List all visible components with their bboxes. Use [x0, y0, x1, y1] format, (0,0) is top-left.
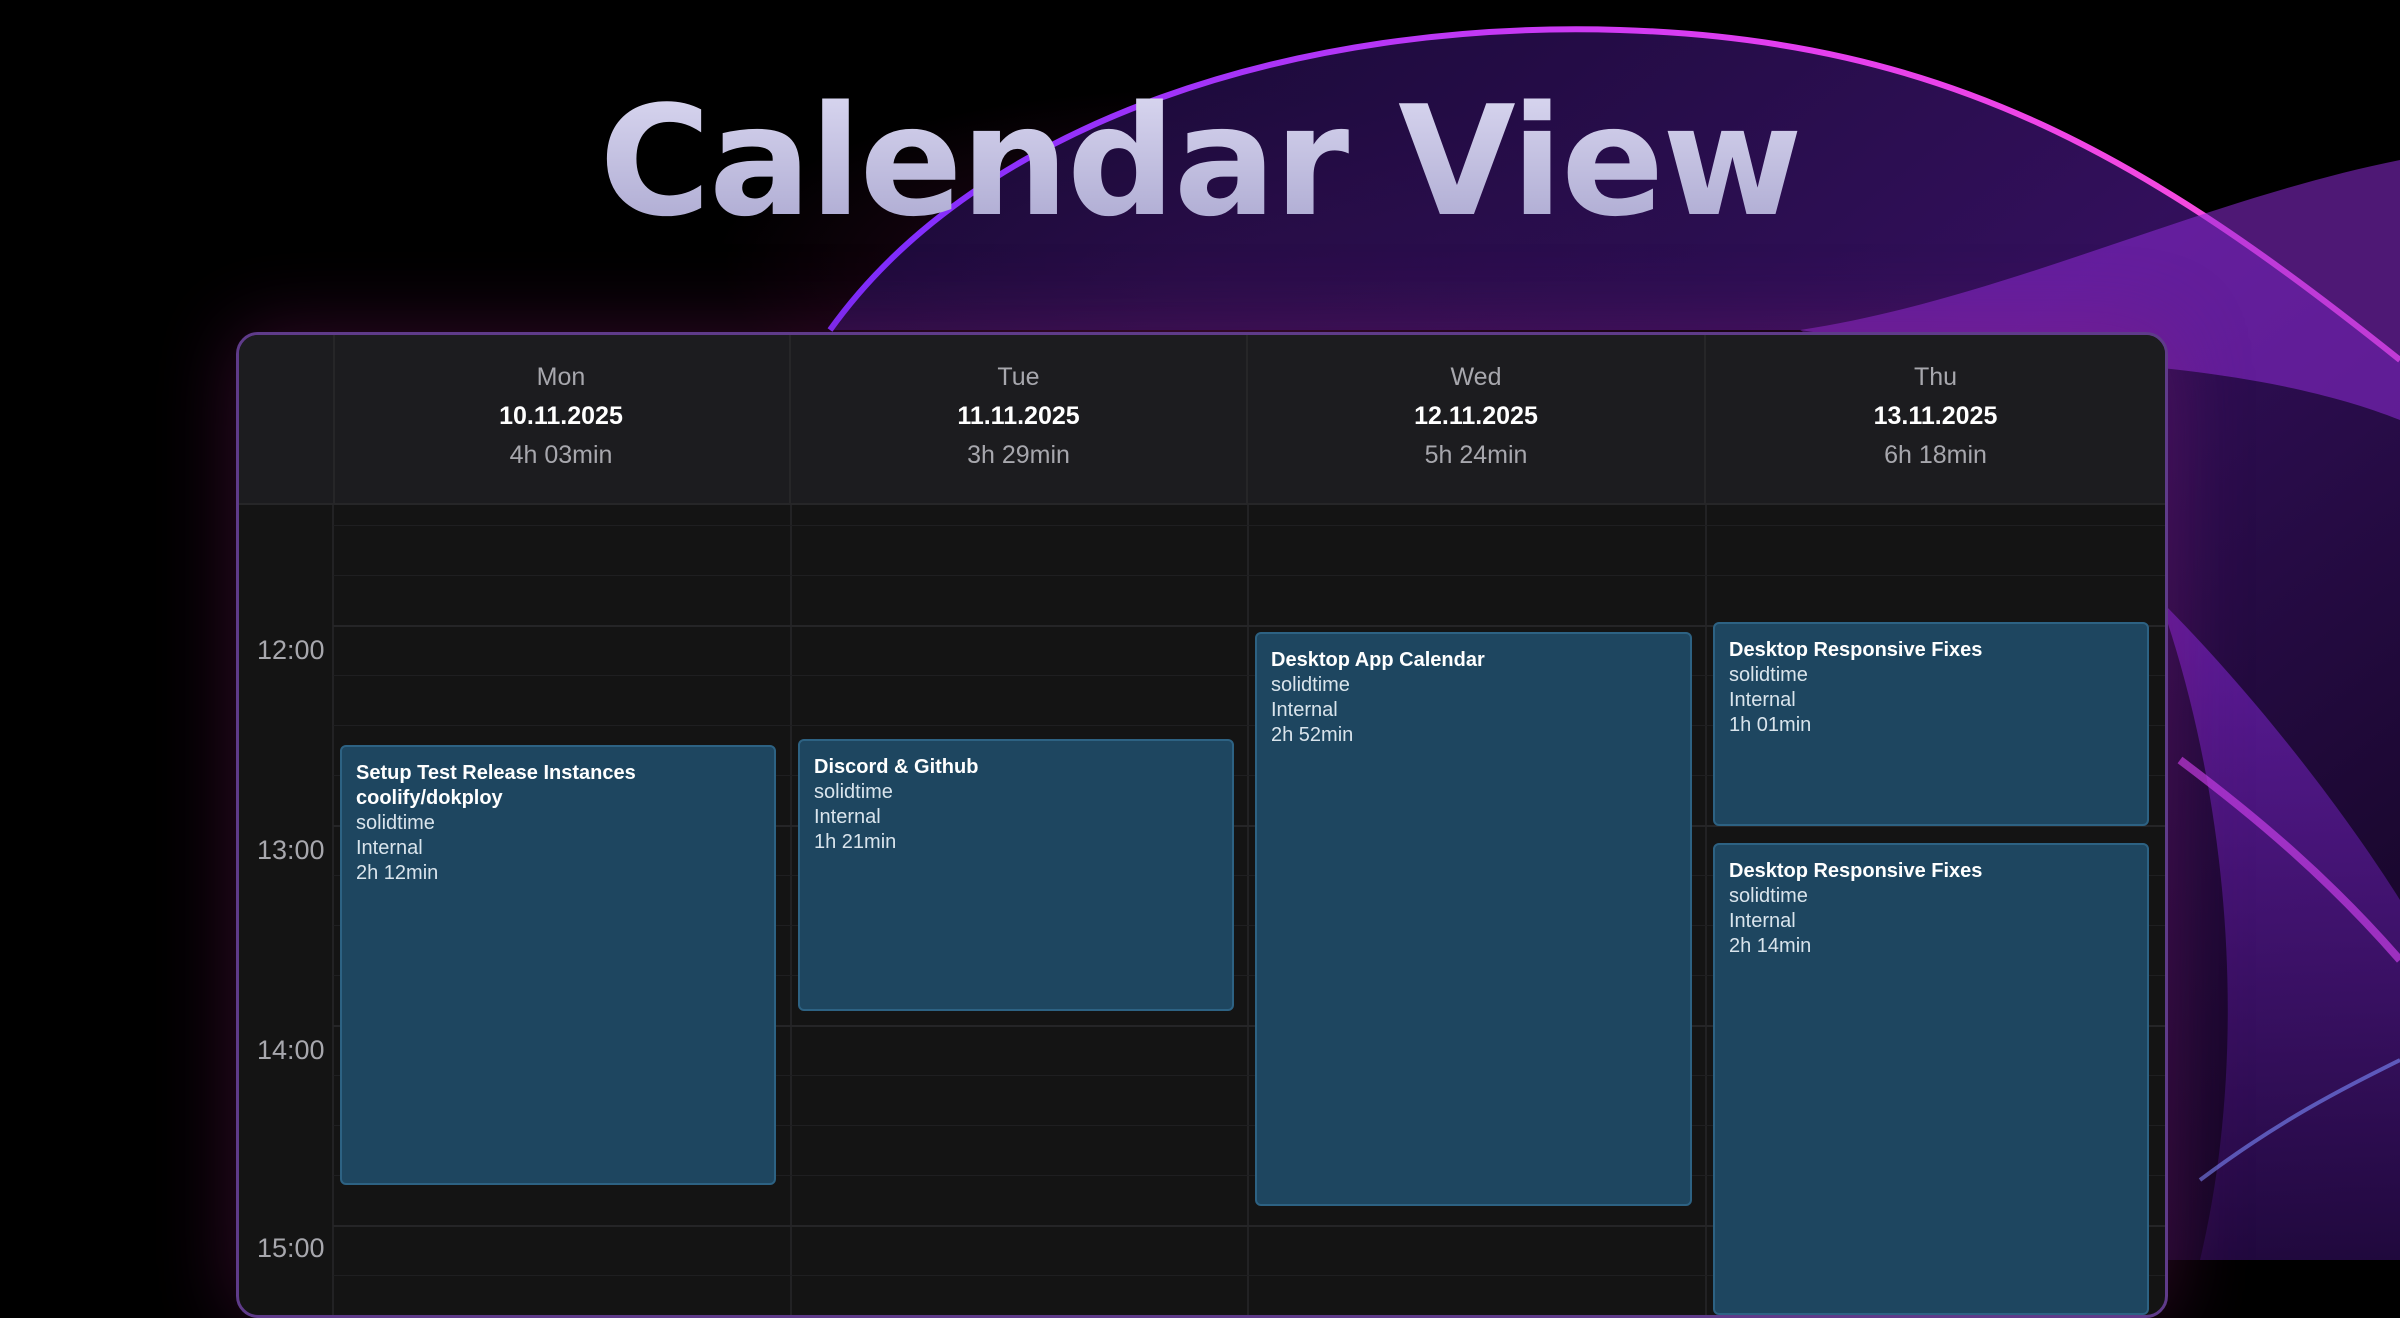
- entry-duration: 1h 01min: [1729, 714, 1812, 736]
- time-label: 14:00: [257, 1035, 325, 1065]
- slot-line: [333, 575, 2165, 576]
- day-date: 13.11.2025: [1873, 402, 1998, 430]
- time-gutter-header: [239, 335, 335, 503]
- time-label: 13:00: [257, 835, 325, 865]
- entry-title: Desktop App Calendar: [1271, 649, 1485, 671]
- day-name: Thu: [1913, 363, 1958, 391]
- entry-project: solidtime: [1729, 885, 1808, 907]
- slot-line: [333, 525, 2165, 526]
- entry-project: solidtime: [356, 812, 435, 834]
- day-total-duration: 3h 29min: [967, 441, 1070, 469]
- entry-project: solidtime: [1729, 664, 1808, 686]
- day-header-wed[interactable]: Wed 12.11.2025 5h 24min: [1248, 335, 1706, 503]
- time-entry-block[interactable]: Desktop Responsive Fixes solidtime Inter…: [1713, 622, 2149, 826]
- time-label: 15:00: [257, 1233, 325, 1263]
- entry-client: Internal: [814, 806, 881, 828]
- entry-client: Internal: [356, 837, 423, 859]
- entry-project: solidtime: [814, 781, 893, 803]
- day-name: Mon: [536, 363, 586, 391]
- day-date: 11.11.2025: [957, 402, 1080, 430]
- time-entry-block[interactable]: Desktop App Calendar solidtime Internal …: [1255, 632, 1692, 1206]
- page-headline: Calendar View: [0, 78, 2400, 245]
- entry-duration: 2h 14min: [1729, 935, 1812, 957]
- day-total-duration: 6h 18min: [1884, 441, 1987, 469]
- day-header-mon[interactable]: Mon 10.11.2025 4h 03min: [333, 335, 791, 503]
- calendar-grid[interactable]: 12:00 13:00 14:00 15:00 Setup Test Relea…: [239, 505, 2165, 1315]
- entry-title: Setup Test Release Instances coolify/dok…: [356, 762, 636, 809]
- entry-client: Internal: [1729, 689, 1796, 711]
- day-name: Wed: [1450, 363, 1502, 391]
- day-header-thu[interactable]: Thu 13.11.2025 6h 18min: [1706, 335, 2165, 503]
- time-entry-block[interactable]: Setup Test Release Instances coolify/dok…: [340, 745, 776, 1185]
- day-date: 12.11.2025: [1414, 402, 1538, 430]
- entry-client: Internal: [1729, 910, 1796, 932]
- entry-duration: 2h 52min: [1271, 724, 1354, 746]
- entry-project: solidtime: [1271, 674, 1350, 696]
- day-header-tue[interactable]: Tue 11.11.2025 3h 29min: [791, 335, 1248, 503]
- entry-title: Discord & Github: [814, 756, 979, 778]
- entry-duration: 2h 12min: [356, 862, 439, 884]
- day-date: 10.11.2025: [499, 402, 623, 430]
- entry-duration: 1h 21min: [814, 831, 897, 853]
- entry-client: Internal: [1271, 699, 1338, 721]
- time-label: 12:00: [257, 635, 325, 665]
- calendar-header: Mon 10.11.2025 4h 03min Tue 11.11.2025 3…: [239, 335, 2165, 505]
- entry-title: Desktop Responsive Fixes: [1729, 860, 1983, 882]
- time-entry-block[interactable]: Desktop Responsive Fixes solidtime Inter…: [1713, 843, 2149, 1315]
- calendar-panel: Mon 10.11.2025 4h 03min Tue 11.11.2025 3…: [236, 332, 2168, 1318]
- day-total-duration: 4h 03min: [509, 441, 613, 469]
- entry-title: Desktop Responsive Fixes: [1729, 639, 1983, 661]
- day-total-duration: 5h 24min: [1424, 441, 1528, 469]
- day-name: Tue: [997, 363, 1040, 391]
- time-entry-block[interactable]: Discord & Github solidtime Internal 1h 2…: [798, 739, 1234, 1011]
